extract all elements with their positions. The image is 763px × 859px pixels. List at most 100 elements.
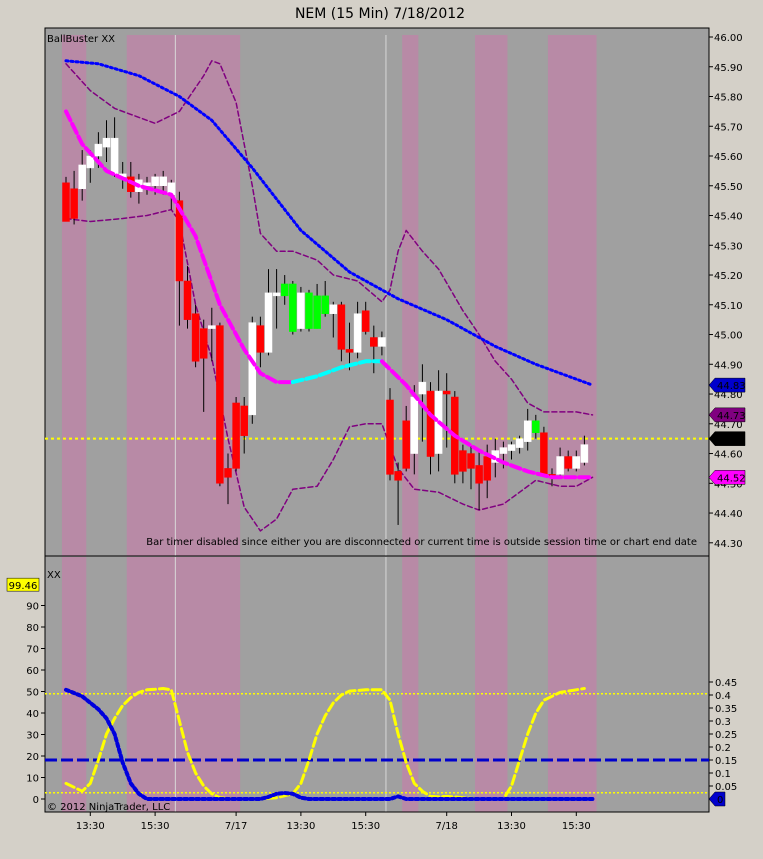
osc-right-tick-label: 0.15 [715,756,737,767]
candle-body [418,381,427,395]
candle-body [532,420,540,433]
candle-body [272,292,281,297]
candle-body [183,280,192,320]
candle-body [370,337,378,347]
candle-body [289,283,297,332]
price-tick-label: 45.80 [714,93,743,104]
candle-body [191,313,200,362]
candle-body [248,322,257,416]
candle-body [499,447,508,454]
price-tick-label: 44.60 [714,450,743,461]
osc-right-tick-label: 0.4 [715,691,731,702]
candle-body [78,164,86,189]
candle-body [305,292,313,329]
price-panel[interactable]: 46.00 45.90 45.80 45.70 45.60 45.50 45.40 45.30… [44,27,746,557]
candle-body [151,176,159,187]
session-band [61,557,87,812]
candle-body [394,471,402,481]
candle-body [402,420,410,469]
osc-left-tick-label: 50 [26,688,39,699]
candle-body [345,349,354,353]
candle-body [159,176,167,187]
osc-left-tick-label: 30 [26,731,39,742]
candle-body [297,292,305,329]
x-tick-label: 13:30 [76,821,105,832]
oscillator-panel[interactable]: 0 10 20 30 40 50 60 70 80 90 0 0.05 0.1 0.15 0.2 0.25 0.… [6,555,737,813]
price-tick-label: 45.10 [714,301,743,312]
price-tick-label: 45.90 [714,63,743,74]
osc-right-tick-label: 0.3 [715,717,731,728]
price-marker-label: 44.83 [717,381,746,392]
candle-body [224,468,232,478]
candle-body [467,453,475,469]
price-tick-label: 45.50 [714,182,743,193]
candle-body [313,295,321,329]
x-tick-label: 7/18 [435,821,457,832]
osc-left-tick-label: 40 [26,709,39,720]
chart-canvas: NEM (15 Min) 7/18/2012 46.00 45.90 45.80 45… [0,0,763,859]
candle-body [280,283,289,297]
x-tick-label: 13:30 [497,821,526,832]
candle-body [426,390,435,457]
price-tick-label: 45.60 [714,152,743,163]
price-marker[interactable]: 44.73 [708,407,746,423]
candle-body [86,155,95,169]
osc-left-tick-label: 70 [26,645,39,656]
candle-body [515,438,524,448]
price-marker[interactable]: 44.65 [708,431,746,446]
price-tick-label: 46.00 [714,33,743,44]
candle-body [110,137,119,175]
candle-body [62,182,70,222]
candle-body [540,432,548,475]
price-marker[interactable]: 44.83 [708,377,746,393]
copyright-text: © 2012 NinjaTrader, LLC [47,802,170,813]
osc-right-tick-label: 0.05 [715,782,737,793]
candle-body [94,143,103,157]
session-band [475,557,508,812]
osc-right-tick-label: 0.25 [715,730,737,741]
candle-body [410,396,419,454]
session-band [547,557,597,812]
candle-body [240,405,248,436]
price-tick-label: 45.70 [714,122,743,133]
osc-left-tick-label: 20 [26,752,39,763]
osc-right-tick-label: 0.45 [715,678,737,689]
price-marker-label: 44.52 [717,473,746,484]
price-marker-label: 44.65 [717,435,746,446]
x-tick-label: 15:30 [141,821,170,832]
candle-body [353,313,362,353]
candle-body [442,390,451,395]
candle-body [572,456,581,469]
candle-body [483,456,491,481]
osc-right-tick-label: 0.35 [715,704,737,715]
price-marker-label: 44.73 [717,411,746,422]
osc-left-tick-label: 80 [26,623,39,634]
osc-left-tick-label: 90 [26,602,39,613]
candle-body [459,450,467,472]
candle-body [475,465,483,484]
candle-body [102,137,111,148]
price-tick-label: 45.00 [714,331,743,342]
candle-body [199,328,208,359]
candle-body [523,420,532,442]
x-tick-label: 7/17 [225,821,247,832]
bar-timer-note: Bar timer disabled since either you are … [146,537,697,548]
candle-body [321,295,329,314]
osc-right-tick-label: 0.1 [715,769,731,780]
candle-body [361,310,370,332]
candle-body [564,456,572,469]
price-tick-label: 44.30 [714,539,743,550]
candle-body [232,402,240,469]
chart-window: NEM (15 Min) 7/18/2012 46.00 45.90 45.80 45… [0,0,763,859]
osc-left-marker-label: 99.46 [9,581,38,592]
price-tick-label: 44.90 [714,360,743,371]
x-tick-label: 13:30 [286,821,315,832]
price-marker[interactable]: 44.52 [708,470,746,485]
candle-body [556,456,564,475]
osc-left-marker[interactable]: 99.46 [6,577,40,592]
osc-left-tick-label: 10 [26,774,39,785]
candle-body [337,304,346,350]
candle-body [329,304,338,314]
candle-body [264,292,273,353]
candle-body [70,188,78,219]
